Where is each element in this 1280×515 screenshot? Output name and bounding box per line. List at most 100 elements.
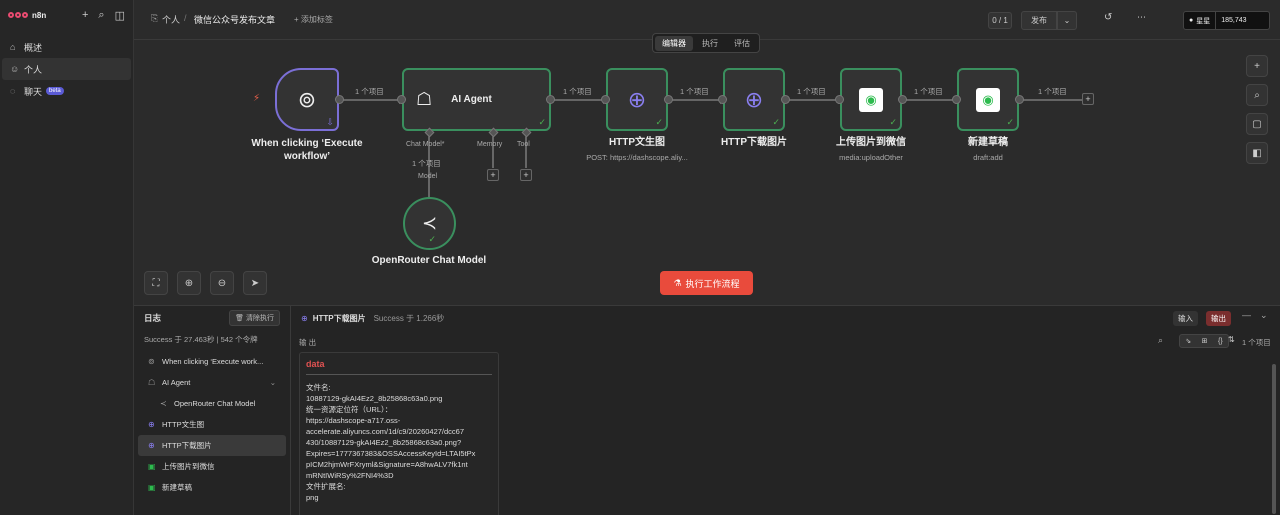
input-port[interactable] [835,95,844,104]
openrouter-icon: ≺ [160,399,167,408]
globe-icon: ⊕ [148,441,155,450]
scrollbar[interactable] [1272,364,1276,514]
n8n-logo-icon[interactable] [8,12,28,18]
node-http-download-image[interactable]: ⊕ ✓ [723,68,785,131]
log-item[interactable]: ▣ 上传图片到微信 [138,456,286,477]
search-icon[interactable]: ⌕ [1246,84,1268,106]
sidebar-item-overview[interactable]: ⌂ 概述 [2,36,131,58]
plus-icon[interactable]: + [1246,55,1268,77]
search-icon[interactable]: ⌕ [98,9,104,22]
tab-evaluations[interactable]: 评估 [727,36,757,51]
log-item[interactable]: ▣ 新建草稿 [138,477,286,498]
plus-icon[interactable]: + [82,9,88,22]
history-icon[interactable]: ↺ [1104,12,1112,23]
chevron-down-icon[interactable]: ⌄ [1260,310,1268,321]
sidebar-item-personal[interactable]: ☺ 个人 [2,58,131,80]
tab-editor[interactable]: 编辑器 [655,35,693,51]
output-port[interactable] [781,95,790,104]
view-tabs: 编辑器 执行 评估 [652,33,760,53]
log-item[interactable]: ⊕ HTTP文生图 [138,414,286,435]
output-status: Success 于 1.266秒 [373,313,445,323]
output-port[interactable] [1015,95,1024,104]
breadcrumb-project[interactable]: 个人 [162,13,180,26]
fit-view-icon[interactable]: ⛶ [144,271,168,295]
chat-icon: ◌ [10,86,16,96]
input-port[interactable] [397,95,406,104]
json-icon[interactable]: {} [1218,338,1223,345]
output-port[interactable] [546,95,555,104]
node-new-draft[interactable]: ◉ ✓ [957,68,1019,131]
wechat-icon: ▣ [148,483,156,492]
panel-toggle-icon[interactable]: ◧ [1246,142,1268,164]
output-data-card: data 文件名: 10887129-gkAI4Ez2_8b25868c63a0… [299,352,499,515]
success-check-icon: ✓ [428,234,436,244]
connection-label: 1 个项目 [1038,87,1067,96]
output-port[interactable] [664,95,673,104]
workflow-canvas[interactable]: ⚡ ⊚ ⇩ When clicking ‘Execute workflow’ 1… [134,40,1280,305]
node-upload-wechat[interactable]: ◉ ✓ [840,68,902,131]
sidebar-item-chat[interactable]: ◌ 聊天 beta [2,80,131,102]
globe-icon: ⊕ [627,86,647,112]
node-http-text-to-image[interactable]: ⊕ ✓ [606,68,668,131]
schema-icon[interactable]: ⇘ [1185,337,1191,345]
output-port[interactable] [898,95,907,104]
user-icon: ☺ [10,64,20,74]
chevron-down-icon[interactable]: ⌄ [1057,11,1077,30]
minimize-icon[interactable]: — [1242,310,1251,320]
log-item[interactable]: ⊚ When clicking ‘Execute work... [138,351,286,372]
output-line: mRNtIWiRSy%2FNI4%3D [306,471,394,480]
sidebar-toggle-icon[interactable]: ◫ [115,9,125,22]
log-item-label: AI Agent [162,378,191,387]
openrouter-icon: ≺ [421,213,438,233]
tab-executions[interactable]: 执行 [695,36,725,51]
add-tool-button[interactable]: + [520,169,532,181]
add-memory-button[interactable]: + [487,169,499,181]
add-node-button[interactable]: + [1082,93,1094,105]
more-icon[interactable]: ⋯ [1137,12,1146,23]
log-item-label: OpenRouter Chat Model [174,399,256,408]
node-label: When clicking ‘Execute workflow’ [251,138,363,162]
node-ai-agent[interactable]: ☖ AI Agent ✓ [402,68,551,131]
chevron-down-icon[interactable]: ⌄ [270,378,276,387]
zoom-in-icon[interactable]: ⊕ [177,271,201,295]
success-check-icon: ✓ [538,117,546,127]
node-openrouter[interactable]: ≺ ✓ [403,197,456,250]
log-item[interactable]: ≺ OpenRouter Chat Model [138,393,286,414]
publish-button[interactable]: 发布 [1021,11,1057,30]
log-item[interactable]: ⊕ HTTP下载图片 [138,435,286,456]
output-toggle-button[interactable]: 输出 [1206,311,1231,326]
wechat-icon: ◉ [859,87,883,112]
pointer-icon[interactable]: ➤ [243,271,267,295]
input-port[interactable] [601,95,610,104]
log-list-pane: 日志 🗑 清除执行 Success 于 27.463秒 | 542 个令牌 ⊚ Wh… [134,306,291,515]
execution-status: Success 于 27.463秒 | 542 个令牌 [144,335,258,344]
input-toggle-button[interactable]: 输入 [1173,311,1198,326]
log-item-label: HTTP文生图 [162,420,205,429]
success-check-icon: ✓ [889,117,897,127]
add-tag-button[interactable]: + 添加标签 [294,14,333,25]
execute-workflow-button[interactable]: ⚗ 执行工作流程 [660,271,753,295]
github-stars[interactable]: ● 星星 185,743 [1183,11,1270,30]
search-icon[interactable]: ⌕ [1158,335,1163,346]
input-port[interactable] [718,95,727,104]
log-item[interactable]: ☖ AI Agent ⌄ [138,372,286,393]
output-section-label: 输 出 [299,338,317,347]
cursor-icon: ⊚ [148,357,155,366]
sort-icon[interactable]: ⇅ [1228,335,1235,344]
sticky-note-icon[interactable]: ▢ [1246,113,1268,135]
table-icon[interactable]: ⊞ [1202,337,1208,345]
input-port[interactable] [952,95,961,104]
canvas-side-tools: + ⌕ ▢ ◧ [1246,55,1268,164]
globe-icon: ⊕ [148,420,155,429]
zoom-out-icon[interactable]: ⊖ [210,271,234,295]
workflow-title[interactable]: 微信公众号发布文章 [194,13,275,26]
output-port[interactable] [335,95,344,104]
node-label: HTTP文生图 [608,137,666,148]
globe-icon: ⊕ [301,313,308,323]
zoom-controls: ⛶ ⊕ ⊖ ➤ [144,271,267,295]
flask-icon: ⚗ [673,277,682,288]
node-manual-trigger[interactable]: ⊚ ⇩ [275,68,339,131]
sidebar-item-label: 概述 [24,42,43,53]
clear-executions-button[interactable]: 🗑 清除执行 [229,310,280,326]
view-mode-switch[interactable]: ⇘ ⊞ {} [1179,334,1229,348]
